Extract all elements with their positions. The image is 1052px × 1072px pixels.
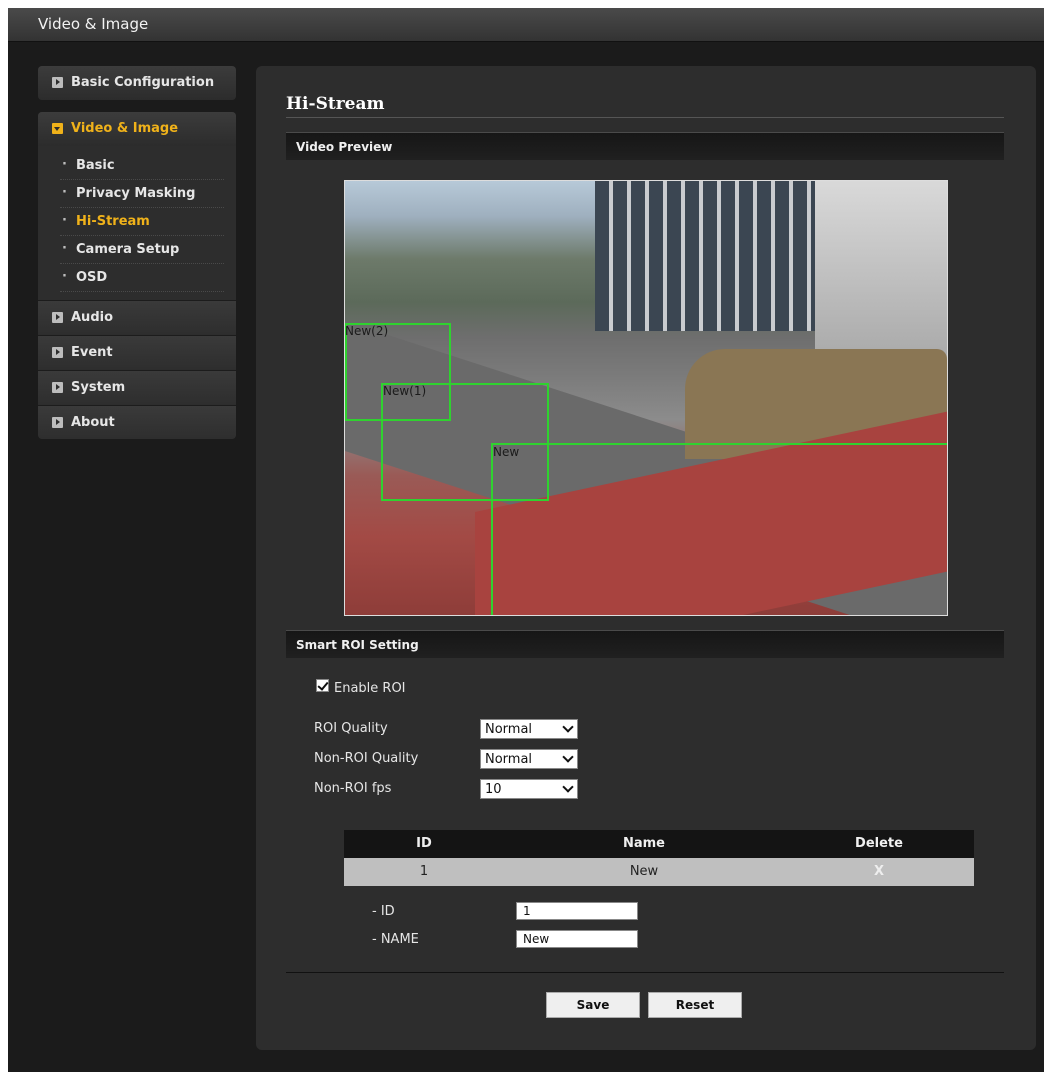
sidebar-item-basic[interactable]: · Basic xyxy=(38,152,236,180)
roi-quality-select[interactable]: Normal xyxy=(480,719,578,739)
chevron-down-icon xyxy=(562,751,574,763)
expand-icon xyxy=(52,417,63,428)
sidebar-item-osd[interactable]: · OSD xyxy=(38,264,236,292)
roi-name-field[interactable]: New xyxy=(516,930,638,948)
roi-quality-label: ROI Quality xyxy=(314,721,388,736)
reset-button[interactable]: Reset xyxy=(648,992,742,1018)
sidebar-item-audio[interactable]: Audio xyxy=(38,300,236,334)
sidebar-item-event[interactable]: Event xyxy=(38,335,236,369)
sidebar-item-privacy-masking[interactable]: · Privacy Masking xyxy=(38,180,236,208)
sidebar-item-hi-stream[interactable]: · Hi-Stream xyxy=(38,208,236,236)
collapse-icon xyxy=(52,123,63,134)
row-id: 1 xyxy=(419,864,429,879)
roi-label: New xyxy=(493,445,520,459)
roi-box[interactable] xyxy=(491,443,947,615)
table-row[interactable]: 1 New X xyxy=(344,858,974,886)
divider xyxy=(286,972,1004,973)
non-roi-fps-label: Non-ROI fps xyxy=(314,781,392,796)
page-title: Hi-Stream xyxy=(286,94,385,114)
non-roi-fps-select[interactable]: 10 xyxy=(480,779,578,799)
column-header-delete: Delete xyxy=(855,836,903,851)
expand-icon xyxy=(52,312,63,323)
expand-icon xyxy=(52,77,63,88)
enable-roi-checkbox[interactable] xyxy=(316,679,329,692)
sidebar-video-image[interactable]: Video & Image xyxy=(38,112,236,146)
divider xyxy=(286,117,1004,118)
row-name: New xyxy=(629,864,659,879)
chevron-down-icon xyxy=(562,781,574,793)
sidebar-item-system[interactable]: System xyxy=(38,370,236,404)
section-header-video-preview: Video Preview xyxy=(286,132,1004,160)
non-roi-quality-select[interactable]: Normal xyxy=(480,749,578,769)
save-button[interactable]: Save xyxy=(546,992,640,1018)
sidebar-item-about[interactable]: About xyxy=(38,405,236,439)
main-panel: Hi-Stream Video Preview New(2) New(1) Ne… xyxy=(256,66,1036,1050)
app-window: Video & Image Basic Configuration Video … xyxy=(8,8,1044,1072)
detail-name-label: - NAME xyxy=(372,932,419,947)
chevron-down-icon xyxy=(562,721,574,733)
column-header-name: Name xyxy=(622,836,665,851)
roi-label: New(1) xyxy=(383,384,427,398)
delete-icon[interactable]: X xyxy=(814,864,944,879)
section-header-smart-roi: Smart ROI Setting xyxy=(286,630,1004,658)
roi-id-field[interactable]: 1 xyxy=(516,902,638,920)
enable-roi-label: Enable ROI xyxy=(334,681,406,696)
column-header-id: ID xyxy=(416,836,432,851)
window-title: Video & Image xyxy=(38,15,149,33)
expand-icon xyxy=(52,382,63,393)
roi-label: New(2) xyxy=(345,324,389,338)
sidebar-item-camera-setup[interactable]: · Camera Setup xyxy=(38,236,236,264)
detail-id-label: - ID xyxy=(372,904,395,919)
table-header: ID Name Delete xyxy=(344,830,974,858)
title-bar: Video & Image xyxy=(8,8,1044,42)
non-roi-quality-label: Non-ROI Quality xyxy=(314,751,419,766)
sidebar-basic-configuration[interactable]: Basic Configuration xyxy=(38,66,236,100)
video-preview[interactable]: New(2) New(1) New xyxy=(344,180,948,616)
expand-icon xyxy=(52,347,63,358)
